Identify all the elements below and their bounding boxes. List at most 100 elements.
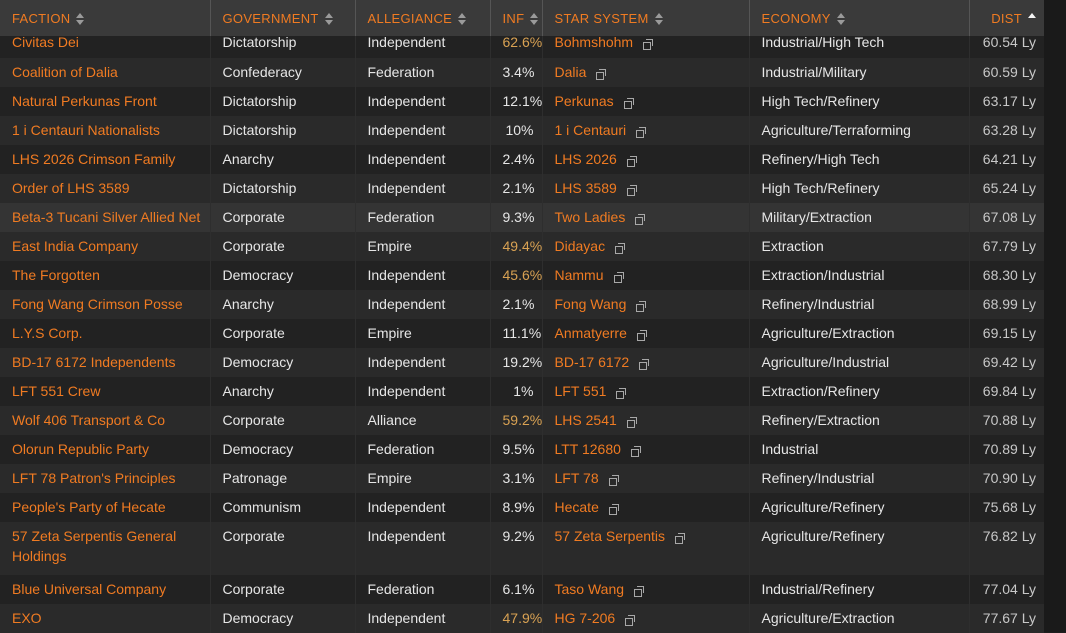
column-header-economy[interactable]: ECONOMY <box>749 0 970 36</box>
external-link-icon[interactable] <box>626 184 637 196</box>
faction-cell[interactable]: Fong Wang Crimson Posse <box>0 290 211 319</box>
external-link-icon[interactable] <box>608 474 619 486</box>
column-header-allegiance[interactable]: ALLEGIANCE <box>355 0 491 36</box>
star-system-link[interactable]: Nammu <box>555 267 604 283</box>
external-link-icon[interactable] <box>616 387 627 399</box>
faction-link[interactable]: Wolf 406 Transport & Co <box>12 412 165 428</box>
table-row[interactable]: LFT 551 Crew Anarchy Independent 1% LFT 551 E… <box>0 377 1044 406</box>
star-system-cell[interactable]: Anmatyerre <box>542 319 750 348</box>
star-system-cell[interactable]: LHS 2541 <box>542 406 750 435</box>
star-system-link[interactable]: 57 Zeta Serpentis <box>555 528 666 544</box>
table-row[interactable]: Civitas Dei Dictatorship Independent 62.6% B… <box>0 36 1044 58</box>
star-system-cell[interactable]: LFT 78 <box>542 464 750 493</box>
faction-cell[interactable]: Order of LHS 3589 <box>0 174 211 203</box>
external-link-icon[interactable] <box>643 38 654 50</box>
star-system-cell[interactable]: LHS 3589 <box>542 174 750 203</box>
external-link-icon[interactable] <box>596 68 607 80</box>
faction-cell[interactable]: LHS 2026 Crimson Family <box>0 145 211 174</box>
table-row[interactable]: People's Party of Hecate Communism Indepen… <box>0 493 1044 522</box>
star-system-link[interactable]: 1 i Centauri <box>555 122 627 138</box>
external-link-icon[interactable] <box>626 416 637 428</box>
faction-cell[interactable]: 57 Zeta Serpentis General Holdings <box>0 522 211 575</box>
table-row[interactable]: Order of LHS 3589 Dictatorship Independent… <box>0 174 1044 203</box>
star-system-link[interactable]: LHS 3589 <box>555 180 617 196</box>
table-row[interactable]: BD-17 6172 Independents Democracy Independ… <box>0 348 1044 377</box>
faction-link[interactable]: Beta-3 Tucani Silver Allied Net <box>12 209 200 225</box>
faction-cell[interactable]: Blue Universal Company <box>0 575 211 604</box>
star-system-cell[interactable]: Taso Wang <box>542 575 750 604</box>
column-header-system[interactable]: STAR SYSTEM <box>542 0 750 36</box>
faction-cell[interactable]: Natural Perkunas Front <box>0 87 211 116</box>
external-link-icon[interactable] <box>630 445 641 457</box>
faction-cell[interactable]: Coalition of Dalia <box>0 58 211 87</box>
faction-cell[interactable]: Beta-3 Tucani Silver Allied Net <box>0 203 211 232</box>
faction-cell[interactable]: East India Company <box>0 232 211 261</box>
table-row[interactable]: Natural Perkunas Front Dictatorship Indepe… <box>0 87 1044 116</box>
faction-link[interactable]: BD-17 6172 Independents <box>12 354 175 370</box>
faction-link[interactable]: 1 i Centauri Nationalists <box>12 122 160 138</box>
star-system-link[interactable]: Anmatyerre <box>555 325 627 341</box>
external-link-icon[interactable] <box>626 155 637 167</box>
star-system-link[interactable]: LHS 2541 <box>555 412 617 428</box>
external-link-icon[interactable] <box>634 585 645 597</box>
faction-cell[interactable]: Civitas Dei <box>0 36 211 58</box>
star-system-link[interactable]: Didayac <box>555 238 606 254</box>
table-row[interactable]: L.Y.S Corp. Corporate Empire 11.1% Anmatyerr… <box>0 319 1044 348</box>
faction-link[interactable]: Olorun Republic Party <box>12 441 149 457</box>
star-system-cell[interactable]: LFT 551 <box>542 377 750 406</box>
column-header-government[interactable]: GOVERNMENT <box>210 0 356 36</box>
faction-cell[interactable]: L.Y.S Corp. <box>0 319 211 348</box>
star-system-cell[interactable]: Perkunas <box>542 87 750 116</box>
table-row[interactable]: Olorun Republic Party Democracy Federation… <box>0 435 1044 464</box>
faction-cell[interactable]: Wolf 406 Transport & Co <box>0 406 211 435</box>
star-system-link[interactable]: Bohmshohm <box>555 36 634 50</box>
table-row[interactable]: The Forgotten Democracy Independent 45.6% Na… <box>0 261 1044 290</box>
external-link-icon[interactable] <box>625 614 636 626</box>
faction-link[interactable]: LFT 78 Patron's Principles <box>12 470 176 486</box>
external-link-icon[interactable] <box>608 503 619 515</box>
star-system-cell[interactable]: Two Ladies <box>542 203 750 232</box>
external-link-icon[interactable] <box>675 532 686 544</box>
external-link-icon[interactable] <box>636 126 647 138</box>
star-system-cell[interactable]: LTT 12680 <box>542 435 750 464</box>
faction-link[interactable]: Coalition of Dalia <box>12 64 118 80</box>
star-system-cell[interactable]: LHS 2026 <box>542 145 750 174</box>
faction-link[interactable]: L.Y.S Corp. <box>12 325 83 341</box>
star-system-cell[interactable]: BD-17 6172 <box>542 348 750 377</box>
star-system-cell[interactable]: 1 i Centauri <box>542 116 750 145</box>
faction-link[interactable]: Blue Universal Company <box>12 581 166 597</box>
star-system-cell[interactable]: Fong Wang <box>542 290 750 319</box>
star-system-link[interactable]: Two Ladies <box>555 209 626 225</box>
external-link-icon[interactable] <box>613 271 624 283</box>
star-system-cell[interactable]: Hecate <box>542 493 750 522</box>
faction-link[interactable]: 57 Zeta Serpentis General Holdings <box>12 528 176 564</box>
faction-cell[interactable]: Olorun Republic Party <box>0 435 211 464</box>
star-system-link[interactable]: HG 7-206 <box>555 610 616 626</box>
star-system-link[interactable]: Dalia <box>555 64 587 80</box>
faction-link[interactable]: EXO <box>12 610 42 626</box>
table-row[interactable]: Wolf 406 Transport & Co Corporate Alliance… <box>0 406 1044 435</box>
column-header-dist[interactable]: DIST <box>969 0 1044 36</box>
faction-cell[interactable]: The Forgotten <box>0 261 211 290</box>
faction-link[interactable]: East India Company <box>12 238 138 254</box>
star-system-cell[interactable]: Nammu <box>542 261 750 290</box>
faction-link[interactable]: The Forgotten <box>12 267 100 283</box>
table-row[interactable]: Blue Universal Company Corporate Federatio… <box>0 575 1044 604</box>
external-link-icon[interactable] <box>615 242 626 254</box>
external-link-icon[interactable] <box>635 213 646 225</box>
column-header-inf[interactable]: INF <box>490 0 543 36</box>
star-system-link[interactable]: LFT 78 <box>555 470 599 486</box>
table-row[interactable]: Fong Wang Crimson Posse Anarchy Independen… <box>0 290 1044 319</box>
star-system-link[interactable]: Fong Wang <box>555 296 627 312</box>
faction-link[interactable]: Order of LHS 3589 <box>12 180 130 196</box>
star-system-link[interactable]: LFT 551 <box>555 383 607 399</box>
external-link-icon[interactable] <box>639 358 650 370</box>
faction-cell[interactable]: People's Party of Hecate <box>0 493 211 522</box>
table-row[interactable]: Coalition of Dalia Confederacy Federation 3… <box>0 58 1044 87</box>
star-system-link[interactable]: Perkunas <box>555 93 614 109</box>
star-system-cell[interactable]: 57 Zeta Serpentis <box>542 522 750 575</box>
star-system-link[interactable]: BD-17 6172 <box>555 354 630 370</box>
star-system-cell[interactable]: Dalia <box>542 58 750 87</box>
external-link-icon[interactable] <box>636 329 647 341</box>
faction-link[interactable]: LFT 551 Crew <box>12 383 100 399</box>
